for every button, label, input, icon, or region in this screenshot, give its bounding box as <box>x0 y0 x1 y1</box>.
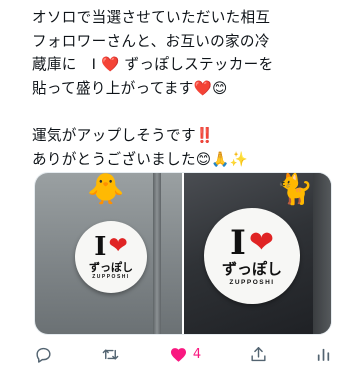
tweet-photo-right[interactable]: 🐈 I ❤ ずっぽし ZUPPOSHI <box>184 173 331 334</box>
like-button[interactable]: 4 <box>169 345 201 364</box>
sticker-letter: I <box>94 231 107 262</box>
heart-icon: ❤ <box>248 225 275 261</box>
analytics-icon <box>317 348 330 361</box>
tweet-line: フォロワーさんと、お互いの家の冷 <box>32 32 270 50</box>
cat-decoration-icon: 🐈 <box>276 173 314 207</box>
sticker-jp-text: ずっぽし <box>89 260 133 274</box>
tweet-line: 貼って盛り上がってます❤️😊 <box>32 79 228 97</box>
tweet-line: ありがとうございました😊🙏✨ <box>32 150 249 168</box>
tweet-text: オソロで当選させていただいた相互 フォロワーさんと、お互いの家の冷 蔵庫に I … <box>32 6 332 171</box>
tweet-line: 運気がアップしそうです‼️ <box>32 126 215 144</box>
fridge-seam <box>153 173 161 334</box>
tweet-media-grid: 🐥 I ❤ ずっぽし ZUPPOSHI 🐈 I ❤ ずっぽし ZUPPOSHI <box>34 172 332 335</box>
tweet-line: 蔵庫に I ❤️ ずっぽしステッカーを <box>32 56 274 74</box>
heart-icon: ❤ <box>108 233 128 260</box>
reply-icon <box>36 347 51 363</box>
zupposhi-sticker: I ❤ ずっぽし ZUPPOSHI <box>75 221 147 293</box>
retweet-button[interactable] <box>100 345 121 364</box>
chick-decoration-icon: 🐥 <box>87 173 125 207</box>
like-count: 4 <box>192 346 202 362</box>
sticker-en-text: ZUPPOSHI <box>92 274 130 281</box>
sticker-letter: I <box>229 223 246 264</box>
sticker-jp-text: ずっぽし <box>221 260 282 279</box>
heart-filled-icon <box>170 347 186 362</box>
tweet-photo-left[interactable]: 🐥 I ❤ ずっぽし ZUPPOSHI <box>35 173 182 334</box>
analytics-button[interactable] <box>315 345 332 364</box>
share-button[interactable] <box>249 345 268 364</box>
sticker-en-text: ZUPPOSHI <box>229 278 275 286</box>
tweet-action-bar: 4 <box>34 340 332 368</box>
fridge-edge <box>313 173 331 334</box>
retweet-icon <box>103 348 119 360</box>
zupposhi-sticker: I ❤ ずっぽし ZUPPOSHI <box>204 208 300 304</box>
reply-button[interactable] <box>34 345 53 364</box>
tweet-line: オソロで当選させていただいた相互 <box>32 9 271 26</box>
share-icon <box>251 346 266 361</box>
